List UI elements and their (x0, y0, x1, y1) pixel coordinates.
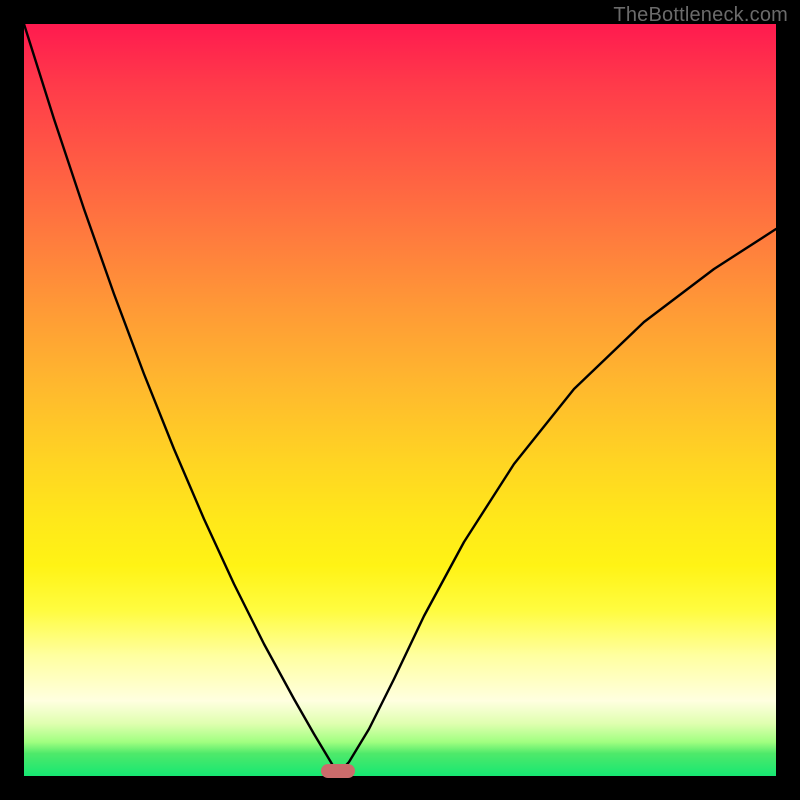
watermark-text: TheBottleneck.com (613, 4, 788, 27)
plot-area (24, 24, 776, 776)
optimal-marker (321, 764, 355, 778)
bottleneck-curve (24, 24, 776, 776)
